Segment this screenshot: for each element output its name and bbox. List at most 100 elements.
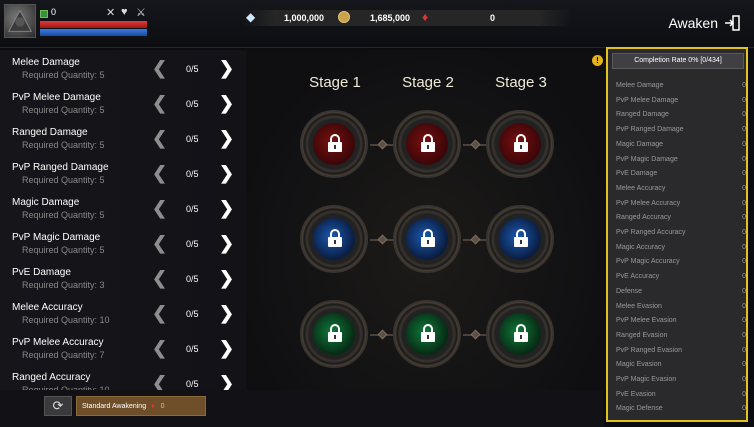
stat-count: 0/5 — [186, 379, 199, 389]
blue-orb-stage-1[interactable] — [300, 205, 368, 273]
chevron-left-icon[interactable]: ❮ — [152, 58, 167, 79]
red-orb-stage-2[interactable] — [393, 110, 461, 178]
green-orb-stage-3[interactable] — [486, 300, 554, 368]
required-quantity: Required Quantity: 3 — [22, 280, 105, 290]
chevron-right-icon[interactable]: ❯ — [219, 338, 234, 359]
level-badge-icon — [40, 10, 48, 18]
completion-stat-name: PvP Ranged Damage — [616, 126, 684, 134]
completion-stat-value: 0 — [742, 243, 746, 251]
refresh-button[interactable]: ⟳ — [44, 396, 72, 416]
completion-stat-value: 0 — [742, 82, 746, 89]
completion-stat-value: 0 — [742, 273, 746, 281]
avatar[interactable] — [4, 4, 36, 38]
stat-row: PvP Magic Damage Required Quantity: 5 ❮ 0/5… — [0, 227, 246, 262]
lock-icon — [328, 324, 342, 342]
info-icon[interactable]: ! — [592, 55, 603, 66]
completion-stat-name: PvP Magic Accuracy — [616, 258, 680, 266]
completion-stat-row: PvP Melee Evasion 0 — [616, 317, 746, 331]
player-level: 0 — [51, 7, 57, 17]
sword-icon[interactable]: ⚔ — [136, 6, 146, 19]
stat-count: 0/5 — [186, 204, 199, 214]
blue-orb-stage-2[interactable] — [393, 205, 461, 273]
completion-stat-row: Magic Accuracy 0 — [616, 244, 746, 258]
chevron-left-icon[interactable]: ❮ — [152, 93, 167, 114]
stat-name: PvP Melee Damage — [12, 92, 101, 103]
lock-icon — [514, 229, 528, 247]
required-quantity: Required Quantity: 5 — [22, 140, 105, 150]
required-quantity: Required Quantity: 7 — [22, 350, 105, 360]
completion-stat-row: PvE Accuracy 0 — [616, 273, 746, 287]
shield-icon[interactable]: ♥ — [121, 6, 128, 18]
chevron-left-icon[interactable]: ❮ — [152, 233, 167, 254]
completion-stat-value: 0 — [742, 390, 746, 398]
chevron-right-icon[interactable]: ❯ — [219, 128, 234, 149]
required-quantity: Required Quantity: 5 — [22, 70, 105, 80]
lock-icon — [514, 324, 528, 342]
chevron-left-icon[interactable]: ❮ — [152, 338, 167, 359]
completion-stat-name: Defense — [616, 287, 643, 295]
chevron-right-icon[interactable]: ❯ — [219, 58, 234, 79]
completion-stat-row: Ranged Evasion 0 — [616, 332, 746, 346]
completion-stat-row: PvP Ranged Accuracy 0 — [616, 229, 746, 243]
completion-stat-row: PvE Damage 0 — [616, 170, 746, 184]
potion-icon: ♦ — [422, 10, 429, 24]
currency-bar: ◆ 1,000,000 1,685,000 ♦ 0 — [242, 10, 572, 26]
stat-count: 0/5 — [186, 239, 199, 249]
chevron-right-icon[interactable]: ❯ — [219, 268, 234, 289]
green-orb-stage-2[interactable] — [393, 300, 461, 368]
completion-stat-name: PvP Melee Accuracy — [616, 199, 681, 207]
completion-stat-name: Ranged Accuracy — [616, 214, 671, 222]
stat-name: PvP Magic Damage — [12, 232, 101, 243]
completion-stat-value: 0 — [742, 317, 746, 325]
completion-stat-name: Magic Damage — [616, 140, 664, 148]
completion-stat-name: PvE Evasion — [616, 390, 656, 398]
stat-row: PvP Melee Accuracy Required Quantity: 7 ❮ 0… — [0, 332, 246, 367]
completion-stat-name: PvP Ranged Evasion — [616, 346, 683, 354]
mp-bar-fill — [40, 29, 147, 36]
stage-2-label: Stage 2 — [402, 74, 454, 91]
completion-stat-name: PvP Melee Damage — [616, 96, 679, 104]
completion-stat-value: 0 — [742, 199, 746, 207]
stat-count: 0/5 — [186, 169, 199, 179]
completion-stat-name: PvP Magic Evasion — [616, 376, 677, 383]
chevron-left-icon[interactable]: ❮ — [152, 303, 167, 324]
connector-gem-icon — [377, 329, 388, 340]
completion-stat-row: Melee Evasion 0 — [616, 303, 746, 317]
completion-stat-name: PvP Ranged Accuracy — [616, 229, 686, 236]
chevron-right-icon[interactable]: ❯ — [219, 93, 234, 114]
crossed-swords-icon[interactable]: ✕ — [106, 6, 115, 19]
stat-count: 0/5 — [186, 344, 199, 354]
stat-name: Melee Accuracy — [12, 302, 83, 313]
chevron-left-icon[interactable]: ❮ — [152, 198, 167, 219]
chevron-right-icon[interactable]: ❯ — [219, 163, 234, 184]
chevron-right-icon[interactable]: ❯ — [219, 303, 234, 324]
standard-awakening-button[interactable]: Standard Awakening ♦ 0 — [76, 396, 206, 416]
green-orb-stage-1[interactable] — [300, 300, 368, 368]
stat-name: PvP Ranged Damage — [12, 162, 109, 173]
red-orb-stage-3[interactable] — [486, 110, 554, 178]
standard-awakening-amount: 0 — [160, 403, 165, 410]
lock-icon — [328, 134, 342, 152]
stat-name: Ranged Accuracy — [12, 372, 91, 383]
blue-orb-stage-3[interactable] — [486, 205, 554, 273]
chevron-right-icon[interactable]: ❯ — [219, 233, 234, 254]
red-orb-stage-1[interactable] — [300, 110, 368, 178]
completion-stat-name: PvP Magic Damage — [616, 155, 678, 163]
chevron-left-icon[interactable]: ❮ — [152, 163, 167, 184]
completion-stat-value: 0 — [742, 361, 746, 369]
completion-stat-row: Melee Accuracy 0 — [616, 185, 746, 199]
lock-icon — [514, 134, 528, 152]
chevron-right-icon[interactable]: ❯ — [219, 198, 234, 219]
awaken-button[interactable]: Awaken — [668, 15, 740, 31]
completion-stat-value: 0 — [742, 214, 746, 222]
stat-name: PvE Damage — [12, 267, 71, 278]
chevron-left-icon[interactable]: ❮ — [152, 268, 167, 289]
stat-count: 0/5 — [186, 99, 199, 109]
chevron-left-icon[interactable]: ❮ — [152, 128, 167, 149]
stat-count: 0/5 — [186, 134, 199, 144]
lock-icon — [328, 229, 342, 247]
completion-stat-value: 0 — [742, 346, 746, 354]
stage-1-label: Stage 1 — [309, 74, 361, 91]
completion-stat-row: Magic Damage 0 — [616, 141, 746, 155]
completion-stat-row: PvP Ranged Evasion 0 — [616, 347, 746, 361]
